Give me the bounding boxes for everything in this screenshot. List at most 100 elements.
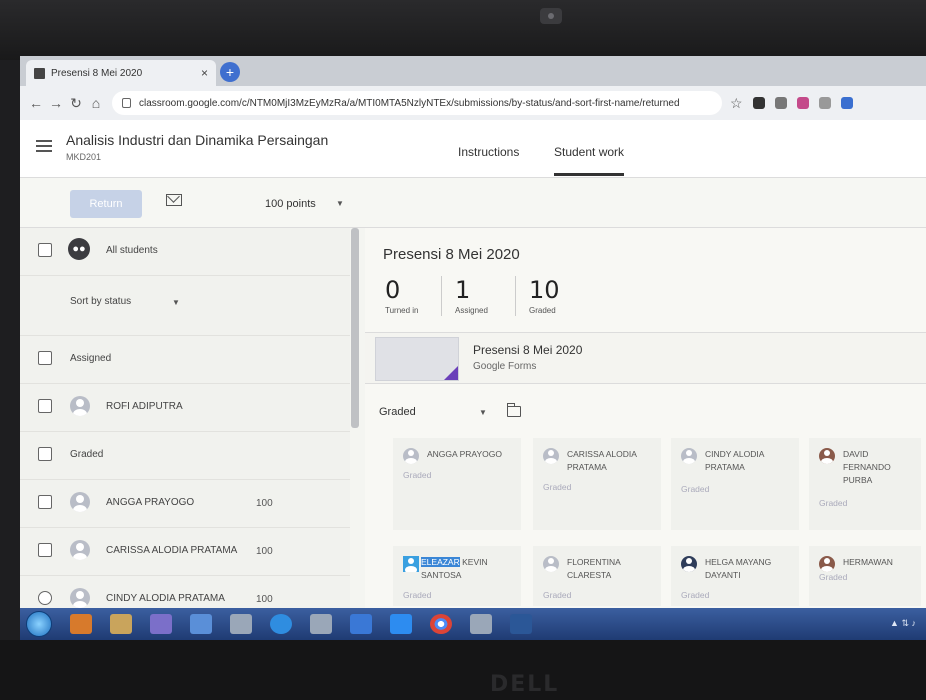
zoom-icon[interactable] <box>350 614 372 634</box>
tab-student-work[interactable]: Student work <box>554 145 625 176</box>
window-icon[interactable] <box>310 614 332 634</box>
student-name: ANGGA PRAYOGO <box>106 497 195 508</box>
window-icon[interactable] <box>230 614 252 634</box>
section-checkbox[interactable] <box>38 351 52 365</box>
student-checkbox[interactable] <box>38 495 52 509</box>
folder-icon[interactable] <box>506 403 521 417</box>
student-card[interactable]: ANGGA PRAYOGO Graded <box>393 438 521 530</box>
student-checkbox[interactable] <box>38 591 52 605</box>
card-student-name: DAVID FERNANDO PURBA <box>843 449 891 485</box>
chevron-down-icon[interactable]: ▼ <box>336 199 344 208</box>
media-player-icon[interactable] <box>70 614 92 634</box>
extension-icon[interactable] <box>796 97 809 109</box>
classroom-header: Analisis Industri dan Dinamika Persainga… <box>20 120 926 178</box>
address-bar[interactable]: classroom.google.com/c/NTM0MjI3MzEyMzRa/… <box>112 91 722 115</box>
extension-icon[interactable] <box>752 97 765 109</box>
student-card[interactable]: CINDY ALODIA PRATAMA Graded <box>671 438 799 530</box>
menu-icon[interactable] <box>36 140 52 152</box>
chrome-icon[interactable] <box>430 614 452 634</box>
avatar <box>403 448 419 464</box>
stat-label: Graded <box>529 306 556 315</box>
student-card[interactable]: DAVID FERNANDO PURBA Graded <box>809 438 921 530</box>
student-name: CARISSA ALODIA PRATAMA <box>106 545 238 556</box>
points-select[interactable]: 100 points <box>265 198 316 210</box>
stat-divider <box>515 276 516 316</box>
card-student-name: CINDY ALODIA PRATAMA <box>705 449 764 472</box>
tab-title: Presensi 8 Mei 2020 <box>51 67 143 79</box>
card-status: Graded <box>403 590 432 600</box>
extension-icon[interactable] <box>774 97 787 109</box>
reload-icon[interactable]: ↻ <box>66 95 86 112</box>
stat-turned-in: 0 Turned in <box>385 276 419 315</box>
calculator-icon[interactable] <box>190 614 212 634</box>
course-title[interactable]: Analisis Industri dan Dinamika Persainga… <box>66 132 328 148</box>
return-button[interactable]: Return <box>70 190 142 218</box>
student-row[interactable]: ROFI ADIPUTRA <box>20 384 350 432</box>
word-icon[interactable] <box>510 614 532 634</box>
course-code: MKD201 <box>66 152 102 162</box>
video-icon[interactable] <box>390 614 412 634</box>
student-card[interactable]: ELEAZAR KEVIN SANTOSA Graded <box>393 546 521 606</box>
all-students-row[interactable]: ●● All students <box>20 228 350 276</box>
student-grade[interactable]: 100 <box>256 546 273 557</box>
student-card[interactable]: FLORENTINA CLARESTA Graded <box>533 546 661 606</box>
sort-dropdown[interactable]: Sort by status <box>70 296 131 307</box>
avatar <box>70 492 90 512</box>
section-label: Assigned <box>70 353 112 364</box>
section-header-assigned[interactable]: Assigned <box>20 336 350 384</box>
student-card[interactable]: CARISSA ALODIA PRATAMA Graded <box>533 438 661 530</box>
extension-icon[interactable] <box>840 97 853 109</box>
section-label: Graded <box>70 449 104 460</box>
tab-instructions[interactable]: Instructions <box>458 145 519 159</box>
browser-tab[interactable]: Presensi 8 Mei 2020 × <box>26 60 216 86</box>
select-all-checkbox[interactable] <box>38 243 52 257</box>
internet-explorer-icon[interactable] <box>270 614 292 634</box>
laptop-bezel-top <box>0 0 926 60</box>
student-grade[interactable]: 100 <box>256 498 273 509</box>
window-icon[interactable] <box>470 614 492 634</box>
lock-icon <box>122 98 131 108</box>
card-student-name: ANGGA PRAYOGO <box>427 449 502 459</box>
home-icon[interactable]: ⌂ <box>86 95 106 111</box>
chevron-down-icon[interactable]: ▼ <box>479 408 487 417</box>
avatar <box>681 448 697 464</box>
system-tray[interactable]: ▲ ⇅ ♪ <box>890 618 916 629</box>
start-button[interactable] <box>26 611 52 637</box>
student-card[interactable]: HERMAWAN Graded <box>809 546 921 606</box>
student-row[interactable]: ANGGA PRAYOGO 100 <box>20 480 350 528</box>
student-row[interactable]: CARISSA ALODIA PRATAMA 100 <box>20 528 350 576</box>
taskbar: ▲ ⇅ ♪ <box>20 608 926 640</box>
attachment-title: Presensi 8 Mei 2020 <box>473 343 583 357</box>
card-status: Graded <box>681 590 710 600</box>
forward-arrow-icon[interactable]: → <box>46 95 66 111</box>
avatar <box>70 588 90 608</box>
student-roster: ●● All students Sort by status ▼ Assigne… <box>20 228 350 624</box>
section-checkbox[interactable] <box>38 447 52 461</box>
student-checkbox[interactable] <box>38 399 52 413</box>
file-explorer-icon[interactable] <box>110 614 132 634</box>
bookmark-star-icon[interactable]: ☆ <box>730 95 743 112</box>
avatar <box>70 540 90 560</box>
close-tab-icon[interactable]: × <box>201 66 208 80</box>
avatar <box>543 556 559 572</box>
card-status: Graded <box>819 498 848 508</box>
card-status: Graded <box>543 590 572 600</box>
screen: Presensi 8 Mei 2020 × + ← → ↻ ⌂ classroo… <box>20 56 926 640</box>
new-tab-button[interactable]: + <box>220 62 240 82</box>
paint-icon[interactable] <box>150 614 172 634</box>
extension-icon[interactable] <box>818 97 831 109</box>
section-header-graded[interactable]: Graded <box>20 432 350 480</box>
status-filter-dropdown[interactable]: Graded <box>379 406 416 418</box>
chevron-down-icon[interactable]: ▼ <box>172 298 180 307</box>
avatar <box>819 556 835 572</box>
student-work-panel: Presensi 8 Mei 2020 0 Turned in 1 Assign… <box>365 228 926 608</box>
sort-row[interactable]: Sort by status ▼ <box>20 276 350 336</box>
back-arrow-icon[interactable]: ← <box>26 95 46 111</box>
attachment-card[interactable]: Presensi 8 Mei 2020 Google Forms <box>365 332 926 384</box>
stat-value: 10 <box>529 276 560 304</box>
student-card[interactable]: HELGA MAYANG DAYANTI Graded <box>671 546 799 606</box>
student-checkbox[interactable] <box>38 543 52 557</box>
email-icon[interactable] <box>166 194 182 206</box>
roster-scrollbar[interactable] <box>351 228 359 428</box>
student-grade[interactable]: 100 <box>256 594 273 605</box>
